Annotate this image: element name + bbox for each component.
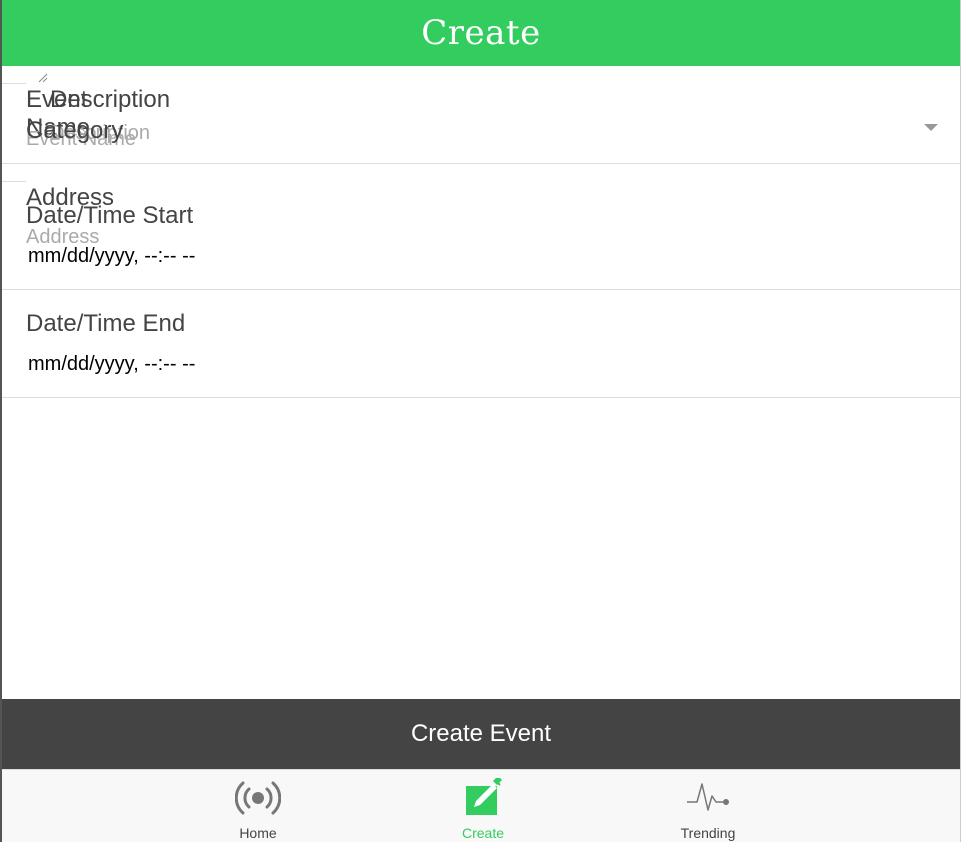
header-bar: Create — [2, 0, 960, 66]
pulse-icon — [685, 778, 731, 818]
category-label: Category — [26, 117, 124, 144]
tab-trending-label: Trending — [680, 825, 736, 841]
tab-trending[interactable]: Trending — [648, 770, 768, 842]
tab-create-label: Create — [461, 825, 505, 841]
tab-create[interactable]: Create — [423, 770, 543, 842]
app-frame: Create Event Name Description Category A… — [0, 0, 961, 842]
date-end-field: Date/Time End mm/dd/yyyy, --:-- -- — [2, 290, 960, 398]
tab-home-label: Home — [239, 825, 277, 841]
date-start-input[interactable]: mm/dd/yyyy, --:-- -- — [28, 245, 195, 268]
event-name-field: Event Name — [2, 66, 926, 151]
address-field: Address — [2, 164, 926, 249]
create-event-form: Event Name Description Category Address … — [2, 66, 961, 398]
description-field: Description — [26, 66, 961, 174]
category-select[interactable]: Category — [2, 84, 960, 164]
date-start-field: Date/Time Start mm/dd/yyyy, --:-- -- — [2, 182, 960, 290]
create-event-button[interactable]: Create Event — [2, 699, 960, 769]
tab-bar: Home Create Trending — [2, 769, 960, 842]
date-end-input[interactable]: mm/dd/yyyy, --:-- -- — [28, 353, 195, 376]
date-start-label: Date/Time Start — [26, 202, 194, 229]
broadcast-icon — [235, 778, 281, 818]
page-title: Create — [421, 13, 541, 53]
resize-grip-icon[interactable] — [38, 73, 48, 83]
date-end-label: Date/Time End — [26, 310, 186, 337]
compose-icon — [460, 778, 506, 818]
tab-home[interactable]: Home — [198, 770, 318, 842]
chevron-down-icon — [924, 124, 938, 131]
